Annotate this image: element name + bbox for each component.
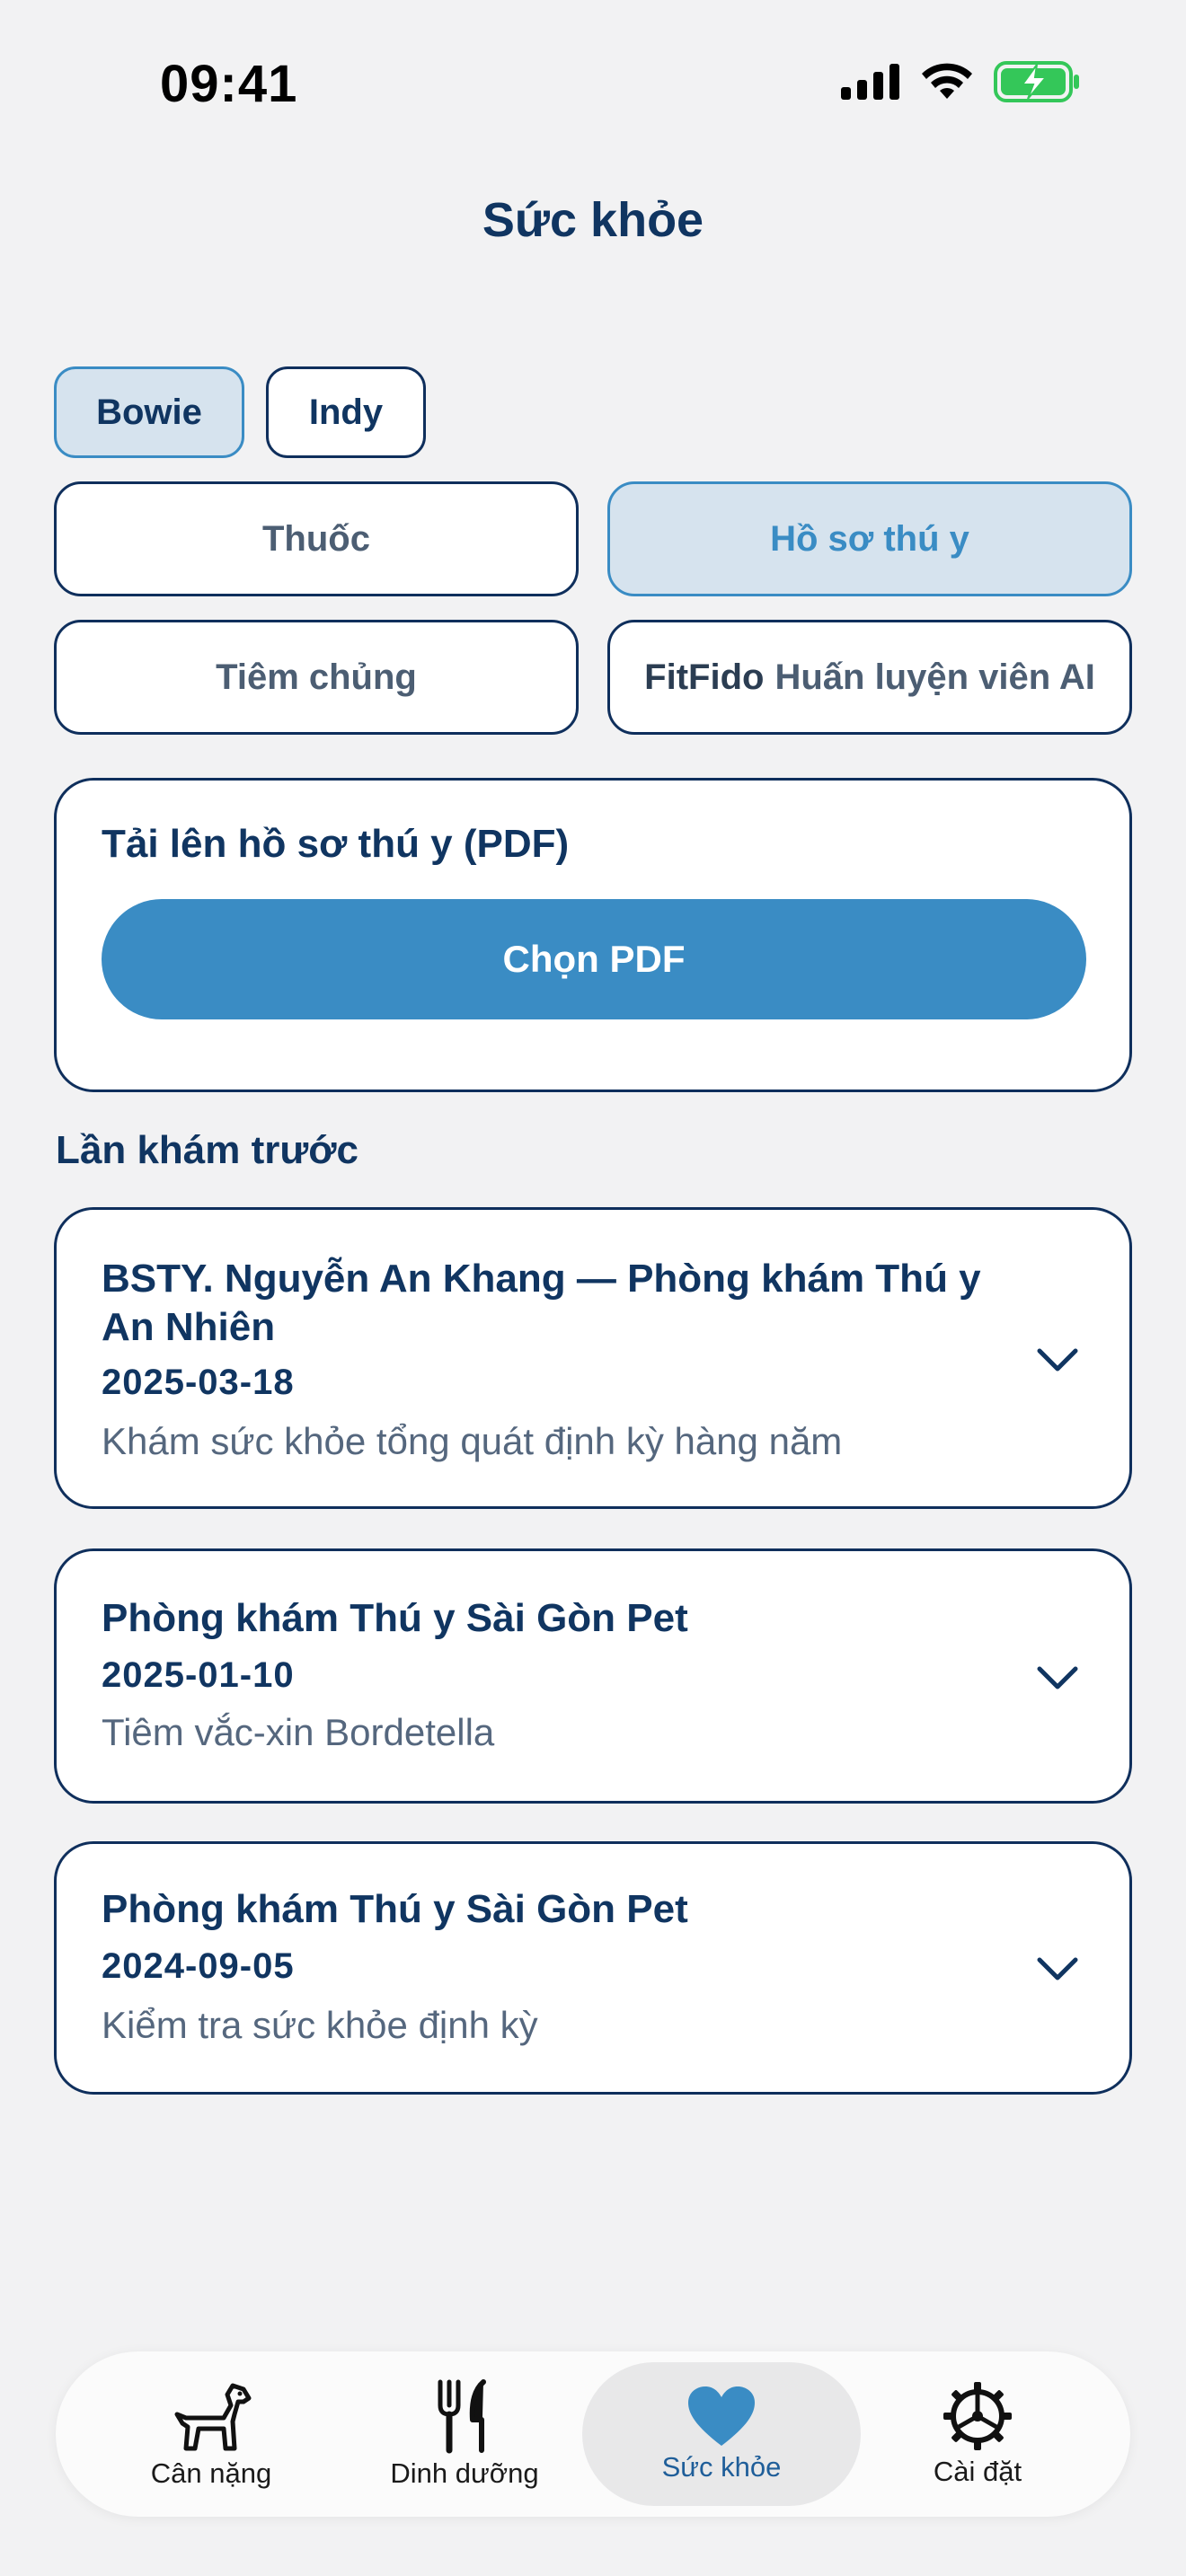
page-title: Sức khỏe — [482, 193, 704, 247]
visit-card[interactable]: Phòng khám Thú y Sài Gòn Pet 2025-01-10 … — [54, 1548, 1132, 1804]
tab-ai-coach[interactable]: FitFido Huấn luyện viên AI — [607, 620, 1132, 735]
tab-nutrition[interactable]: Dinh dưỡng — [361, 2362, 568, 2506]
ai-coach-label: Huấn luyện viên AI — [774, 657, 1095, 697]
tab-vaccination[interactable]: Tiêm chủng — [54, 620, 579, 735]
tab-label: Cài đặt — [933, 2456, 1022, 2487]
visit-date: 2025-03-18 — [102, 1363, 295, 1402]
tab-medication[interactable]: Thuốc — [54, 481, 579, 596]
visit-description: Kiểm tra sức khỏe định kỳ — [102, 2004, 538, 2046]
chevron-down-icon[interactable] — [1036, 1346, 1079, 1373]
visit-date: 2025-01-10 — [102, 1655, 295, 1695]
chevron-down-icon[interactable] — [1036, 1955, 1079, 1982]
previous-visits-heading: Lần khám trước — [56, 1128, 359, 1172]
upload-title: Tải lên hồ sơ thú y (PDF) — [102, 822, 570, 866]
choose-pdf-button[interactable]: Chọn PDF — [102, 899, 1086, 1019]
ai-coach-brand: FitFido — [644, 657, 765, 697]
visit-description: Tiêm vắc-xin Bordetella — [102, 1711, 495, 1753]
dog-icon — [174, 2383, 252, 2451]
pet-chip-indy[interactable]: Indy — [266, 366, 426, 458]
cellular-signal-icon — [841, 64, 899, 100]
tab-vet-records[interactable]: Hồ sơ thú y — [607, 481, 1132, 596]
pet-chip-bowie[interactable]: Bowie — [54, 366, 244, 458]
visit-title: BSTY. Nguyễn An Khang — Phòng khám Thú y… — [102, 1257, 981, 1349]
fork-knife-icon — [438, 2379, 486, 2454]
status-icons — [841, 61, 1080, 102]
tab-settings[interactable]: Cài đặt — [888, 2362, 1067, 2506]
tab-bar: Cân nặng Dinh dưỡng Sức khỏe Cài đặt — [56, 2351, 1130, 2517]
status-bar: 09:41 — [0, 0, 1186, 171]
tab-label: Dinh dưỡng — [390, 2457, 539, 2489]
chevron-down-icon[interactable] — [1036, 1664, 1079, 1691]
visit-title: Phòng khám Thú y Sài Gòn Pet — [102, 1596, 688, 1640]
visit-description: Khám sức khỏe tổng quát định kỳ hàng năm — [102, 1420, 843, 1462]
heart-icon — [688, 2386, 755, 2446]
tab-weight[interactable]: Cân nặng — [108, 2362, 314, 2506]
visit-date: 2024-09-05 — [102, 1946, 295, 1986]
visit-title: Phòng khám Thú y Sài Gòn Pet — [102, 1887, 688, 1931]
battery-charging-icon — [994, 61, 1079, 102]
tab-label: Sức khỏe — [661, 2451, 782, 2483]
visit-card[interactable]: BSTY. Nguyễn An Khang — Phòng khám Thú y… — [54, 1207, 1132, 1509]
upload-card: Tải lên hồ sơ thú y (PDF) Chọn PDF — [54, 778, 1132, 1092]
gear-icon — [943, 2382, 1012, 2450]
wifi-icon — [922, 63, 972, 99]
visit-card[interactable]: Phòng khám Thú y Sài Gòn Pet 2024-09-05 … — [54, 1841, 1132, 2095]
status-time: 09:41 — [160, 55, 298, 113]
tab-health[interactable]: Sức khỏe — [582, 2362, 861, 2506]
tab-label: Cân nặng — [150, 2457, 272, 2489]
